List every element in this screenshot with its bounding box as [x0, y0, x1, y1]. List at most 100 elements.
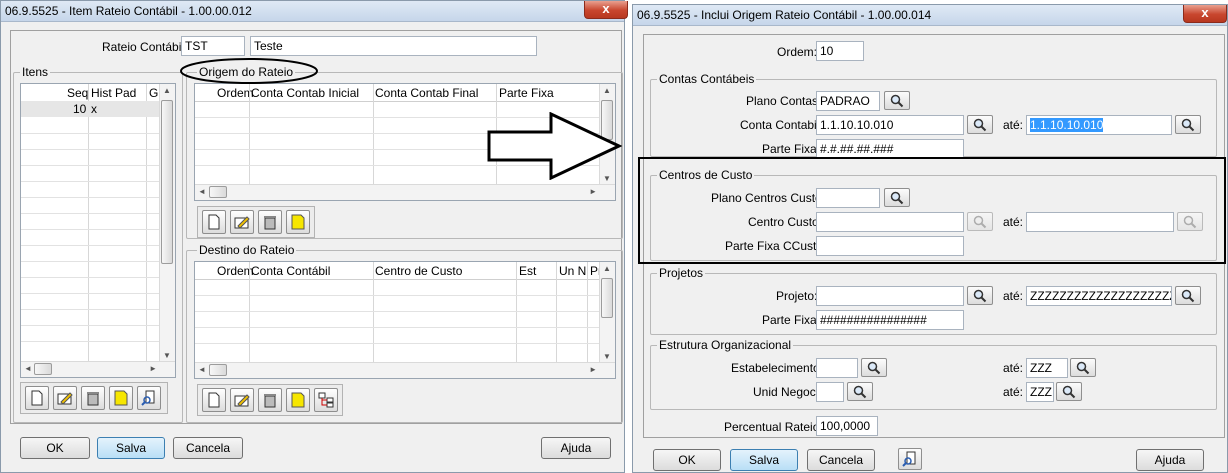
search-doc-icon — [902, 451, 916, 467]
search-icon — [890, 94, 904, 108]
note-origem-button[interactable] — [286, 210, 310, 234]
origem-hscroll-thumb[interactable] — [209, 186, 227, 198]
edit-origem-button[interactable] — [230, 210, 254, 234]
close-button[interactable]: x — [1183, 5, 1227, 23]
conta-final-field[interactable]: 1.1.10.10.010 — [1026, 115, 1172, 135]
col-conta-contabil[interactable]: Conta Contábil — [251, 264, 330, 278]
cancela-button[interactable]: Cancela — [807, 449, 875, 471]
search-button[interactable] — [898, 448, 922, 470]
col-conta-final[interactable]: Conta Contab Final — [375, 86, 478, 100]
plano-contas-label: Plano Contas: — [746, 94, 822, 108]
destino-vscroll-thumb[interactable] — [601, 278, 613, 318]
edit-item-button[interactable] — [53, 386, 77, 410]
unid-inicial-field[interactable] — [816, 382, 844, 402]
destino-group: Destino do Rateio Ordem Conta Contábil C… — [186, 243, 623, 423]
ate-unid-label: até: — [1003, 385, 1024, 399]
estab-final-field[interactable]: ZZZ — [1026, 358, 1068, 378]
cancela-button[interactable]: Cancela — [173, 437, 243, 459]
col-parte-fixa[interactable]: Parte Fixa — [499, 86, 554, 100]
destino-hscrollbar[interactable]: ◄ ► — [195, 362, 615, 378]
unid-inicial-lookup-button[interactable] — [847, 382, 873, 401]
new-doc-icon — [208, 392, 220, 408]
projeto-inicial-field[interactable] — [816, 286, 964, 306]
new-doc-icon — [208, 214, 220, 230]
delete-item-button[interactable] — [81, 386, 105, 410]
unid-negoc-label: Unid Negoc: — [753, 385, 820, 399]
search-item-button[interactable] — [137, 386, 161, 410]
origem-toolbar — [197, 206, 315, 238]
itens-header: Seq Hist Pad Gi — [21, 84, 175, 102]
col-est[interactable]: Est — [519, 264, 536, 278]
plano-contas-lookup-button[interactable] — [884, 91, 910, 110]
conta-inicial-field[interactable]: 1.1.10.10.010 — [816, 115, 964, 135]
itens-row-hist: x — [91, 102, 97, 116]
note-destino-button[interactable] — [286, 388, 310, 412]
edit-destino-button[interactable] — [230, 388, 254, 412]
conta-final-lookup-button[interactable] — [1175, 115, 1201, 134]
unid-final-lookup-button[interactable] — [1056, 382, 1082, 401]
ajuda-button[interactable]: Ajuda — [1136, 449, 1204, 471]
itens-grid[interactable]: Seq Hist Pad Gi 10 x ▲ ▼ ◄ ► — [20, 83, 176, 378]
title-bar[interactable]: 06.9.5525 - Inclui Origem Rateio Contábi… — [633, 5, 1227, 26]
salva-button[interactable]: Salva — [97, 437, 165, 459]
edit-icon — [234, 394, 250, 407]
ok-button[interactable]: OK — [20, 437, 90, 459]
col-centro-custo[interactable]: Centro de Custo — [375, 264, 462, 278]
new-origem-button[interactable] — [202, 210, 226, 234]
conta-final-value: 1.1.10.10.010 — [1030, 118, 1104, 132]
col-conta-inicial[interactable]: Conta Contab Inicial — [251, 86, 359, 100]
note-item-button[interactable] — [109, 386, 133, 410]
projeto-inicial-lookup-button[interactable] — [967, 286, 993, 305]
projeto-final-lookup-button[interactable] — [1175, 286, 1201, 305]
arrow-annotation — [487, 112, 622, 180]
conta-inicial-lookup-button[interactable] — [967, 115, 993, 134]
origem-hscrollbar[interactable]: ◄ ► — [195, 184, 615, 200]
projetos-legend: Projetos — [657, 266, 706, 280]
title-bar[interactable]: 06.9.5525 - Item Rateio Contábil - 1.00.… — [1, 1, 628, 22]
percentual-field[interactable]: 100,0000 — [816, 416, 878, 436]
itens-group: Itens Seq Hist Pad Gi 10 x ▲ ▼ ◄ ► — [13, 65, 183, 423]
plano-contas-field[interactable]: PADRAO — [816, 91, 880, 111]
col-hist-pad[interactable]: Hist Pad — [91, 86, 136, 100]
parte-fixa-field[interactable]: #.#.##.##.### — [816, 139, 964, 159]
itens-legend: Itens — [20, 65, 51, 79]
delete-destino-button[interactable] — [258, 388, 282, 412]
window-title: 06.9.5525 - Inclui Origem Rateio Contábi… — [637, 8, 932, 22]
parte-fixa-projeto-field[interactable]: ################ — [816, 310, 964, 330]
salva-button[interactable]: Salva — [730, 449, 798, 471]
destino-hscroll-thumb[interactable] — [209, 364, 227, 376]
ok-button[interactable]: OK — [653, 449, 721, 471]
new-destino-button[interactable] — [202, 388, 226, 412]
close-button[interactable]: x — [584, 1, 628, 19]
estab-final-lookup-button[interactable] — [1070, 358, 1096, 377]
hierarchy-icon — [318, 392, 334, 408]
parte-fixa-label: Parte Fixa: — [762, 142, 821, 156]
rateio-code-field[interactable]: TST — [181, 36, 245, 56]
itens-hscrollbar[interactable]: ◄ ► — [21, 361, 175, 377]
highlight-rectangle — [638, 157, 1226, 264]
itens-row-selected[interactable]: 10 x — [21, 101, 161, 117]
contas-legend: Contas Contábeis — [657, 72, 757, 86]
col-un-n[interactable]: Un N — [559, 264, 586, 278]
destino-grid[interactable]: Ordem Conta Contábil Centro de Custo Est… — [194, 261, 616, 379]
search-icon — [1181, 289, 1195, 303]
projeto-final-field[interactable]: ZZZZZZZZZZZZZZZZZZZZ — [1026, 286, 1172, 306]
rateio-desc-field[interactable]: Teste — [250, 36, 537, 56]
destino-vscrollbar[interactable]: ▲ ▼ — [599, 262, 615, 363]
hierarchy-destino-button[interactable] — [314, 388, 338, 412]
col-seq[interactable]: Seq — [67, 86, 88, 100]
new-item-button[interactable] — [25, 386, 49, 410]
itens-hscroll-thumb[interactable] — [34, 363, 52, 375]
itens-vscroll-thumb[interactable] — [161, 100, 173, 264]
estab-inicial-lookup-button[interactable] — [861, 358, 887, 377]
ate-label: até: — [1003, 118, 1024, 132]
itens-vscrollbar[interactable]: ▲ ▼ — [159, 84, 175, 362]
estab-inicial-field[interactable] — [816, 358, 858, 378]
window-title: 06.9.5525 - Item Rateio Contábil - 1.00.… — [5, 4, 252, 18]
ordem-field[interactable]: 10 — [816, 41, 864, 61]
conta-contabil-label: Conta Contabil: — [740, 118, 823, 132]
delete-origem-button[interactable] — [258, 210, 282, 234]
ajuda-button[interactable]: Ajuda — [541, 437, 611, 459]
unid-final-field[interactable]: ZZZ — [1026, 382, 1054, 402]
estrutura-legend: Estrutura Organizacional — [657, 338, 794, 352]
